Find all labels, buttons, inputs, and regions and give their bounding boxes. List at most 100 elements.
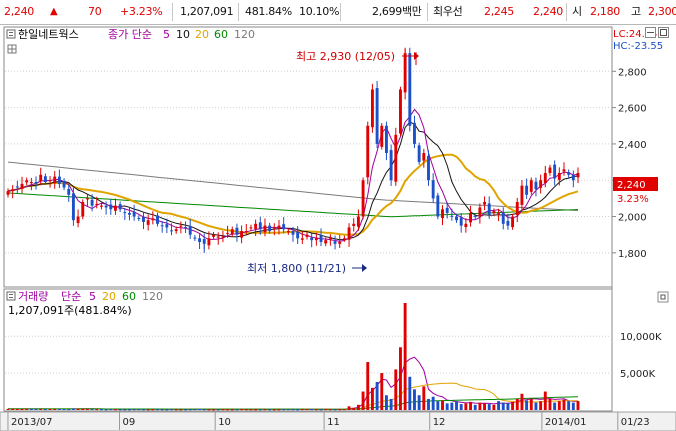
candle <box>356 216 360 227</box>
volume-bar <box>478 402 482 410</box>
stock-chart[interactable]: 1,8002,0002,2002,4002,6002,800 5,000K10,… <box>0 25 676 431</box>
best-bid-value: 2,240 <box>533 5 563 18</box>
volume-bar <box>193 409 197 411</box>
volume-bar <box>422 386 426 410</box>
candle <box>151 218 155 221</box>
volume-bar <box>62 409 66 411</box>
volume-bar <box>104 409 108 411</box>
candle <box>384 125 388 153</box>
x-tick-label: 10 <box>218 417 231 428</box>
candle <box>571 174 575 181</box>
volume-bar <box>188 409 192 411</box>
candle <box>543 172 547 184</box>
candle <box>520 185 524 205</box>
candle <box>403 53 407 93</box>
candle <box>99 205 103 207</box>
candle <box>324 240 328 244</box>
vol-ma5-label: 5 <box>89 290 96 303</box>
volume-bar <box>123 409 127 411</box>
divider <box>427 3 428 21</box>
volume-bar <box>441 400 444 410</box>
candle <box>375 88 379 144</box>
candle <box>394 134 398 182</box>
volume-ratio: 481.84% <box>245 5 292 18</box>
volume-bar <box>464 403 468 410</box>
volume-bar <box>128 409 131 411</box>
volume-bar <box>53 408 57 410</box>
volume-bar <box>57 408 61 410</box>
volume-bar <box>375 381 379 410</box>
candle <box>455 216 458 221</box>
volume-bar <box>226 409 230 411</box>
volume-bar <box>244 409 248 411</box>
volume-bar <box>118 409 122 411</box>
volume-bar <box>525 400 529 410</box>
candle <box>497 212 501 214</box>
volume-bar <box>76 408 80 410</box>
volume-bar <box>300 409 304 411</box>
candle <box>174 229 178 232</box>
volume-bar <box>356 404 360 410</box>
volume-bar <box>184 409 187 411</box>
minimize-icon[interactable] <box>645 27 656 38</box>
candle <box>473 215 477 217</box>
volume-bar <box>520 393 524 410</box>
up-arrow-icon: ▲ <box>50 6 58 17</box>
candle <box>305 234 309 237</box>
vol-ma20-label: 20 <box>102 290 116 303</box>
volume-bar <box>501 402 505 410</box>
candle <box>529 180 533 192</box>
high-value: 2,300 <box>648 5 676 18</box>
candle <box>118 204 122 210</box>
volume-bar <box>380 373 384 410</box>
stock-name[interactable]: 한일네트웍스 <box>18 27 79 41</box>
volume-bar <box>291 409 295 411</box>
panel-maximize-icon[interactable] <box>657 291 669 303</box>
high-label: 고 <box>631 5 641 18</box>
volume-bar <box>557 401 561 410</box>
candle <box>413 122 416 144</box>
candle <box>235 227 239 235</box>
ma120-label: 120 <box>234 28 255 41</box>
volume-bar <box>216 409 220 411</box>
candle <box>170 230 173 232</box>
volume-bar <box>459 404 463 410</box>
candle <box>483 202 487 205</box>
volume-bar <box>48 409 52 411</box>
volume-bar <box>431 396 435 410</box>
candle <box>6 191 10 195</box>
candle <box>258 222 262 230</box>
candle <box>548 167 552 173</box>
candle <box>249 227 253 229</box>
candle <box>137 217 141 219</box>
volume-bar <box>403 303 407 410</box>
ma20-label: 20 <box>195 28 209 41</box>
x-tick-label: 12 <box>433 417 446 428</box>
candle <box>282 224 286 230</box>
volume-tick-label: 5,000K <box>620 369 656 380</box>
best-bid-label: 최우선 <box>433 5 463 18</box>
candle <box>534 181 538 190</box>
price-panel[interactable] <box>3 26 613 288</box>
volume-bar <box>132 409 136 411</box>
volume-bar <box>170 409 173 411</box>
volume-bar <box>328 409 332 411</box>
candle <box>34 182 38 184</box>
candle <box>338 241 342 244</box>
best-ask-value: 2,245 <box>484 5 514 18</box>
open-label: 시 <box>572 5 582 18</box>
volume-bar <box>314 409 318 411</box>
candle <box>71 193 75 221</box>
candle <box>132 211 136 217</box>
candle <box>445 207 449 213</box>
candle <box>198 238 202 242</box>
volume-bar <box>25 408 29 410</box>
maximize-icon[interactable] <box>658 27 669 38</box>
volume-bar <box>571 402 575 410</box>
candle <box>268 225 272 232</box>
volume-bar <box>539 401 543 410</box>
volume-bar <box>207 409 211 411</box>
hc-label: HC:-23.55 <box>613 41 663 52</box>
volume-bar <box>282 409 286 411</box>
candle <box>240 231 244 238</box>
